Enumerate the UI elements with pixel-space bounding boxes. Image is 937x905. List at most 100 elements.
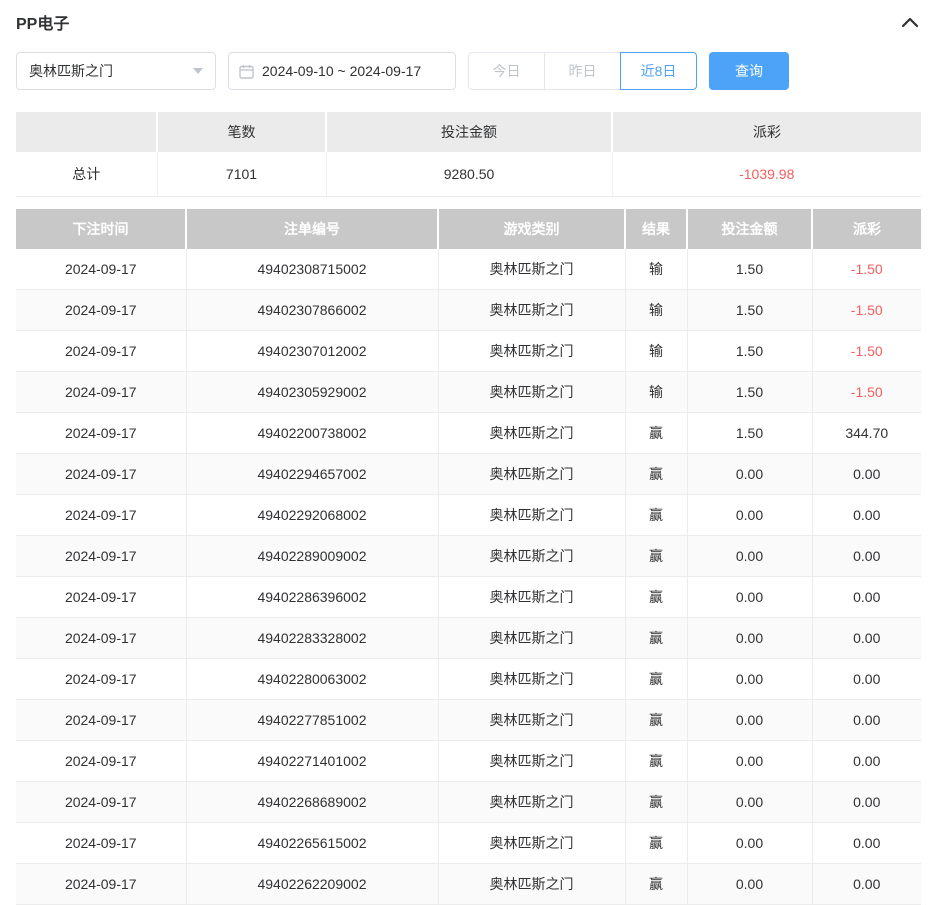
summary-header-count: 笔数 [157,112,326,152]
table-row: 2024-09-17 49402308715002 奥林匹斯之门 输 1.50 … [16,249,921,290]
last-8-days-button[interactable]: 近8日 [620,52,697,90]
cell-bet-time: 2024-09-17 [16,249,186,290]
cell-bet-amount: 0.00 [687,454,812,495]
cell-bet-amount: 0.00 [687,659,812,700]
cell-bet-time: 2024-09-17 [16,536,186,577]
cell-bet-time: 2024-09-17 [16,659,186,700]
cell-bet-time: 2024-09-17 [16,864,186,905]
cell-game-type: 奥林匹斯之门 [438,290,625,331]
records-header-row: 下注时间 注单编号 游戏类别 结果 投注金额 派彩 [16,209,921,249]
cell-game-type: 奥林匹斯之门 [438,413,625,454]
cell-payout: 0.00 [812,823,921,864]
cell-game-type: 奥林匹斯之门 [438,618,625,659]
cell-payout: -1.50 [812,372,921,413]
cell-payout: 0.00 [812,536,921,577]
pp-electronic-panel: PP电子 奥林匹斯之门 2024-09-10 ~ 2024-09-17 今日 昨… [0,0,937,905]
cell-result: 赢 [625,864,687,905]
cell-payout: -1.50 [812,331,921,372]
cell-payout: 0.00 [812,577,921,618]
cell-order-no: 49402271401002 [186,741,438,782]
cell-game-type: 奥林匹斯之门 [438,577,625,618]
cell-game-type: 奥林匹斯之门 [438,823,625,864]
cell-result: 赢 [625,454,687,495]
summary-total-row: 总计 7101 9280.50 -1039.98 [16,152,921,197]
cell-result: 赢 [625,536,687,577]
cell-payout: 0.00 [812,454,921,495]
cell-order-no: 49402307012002 [186,331,438,372]
table-row: 2024-09-17 49402307866002 奥林匹斯之门 输 1.50 … [16,290,921,331]
panel-title: PP电子 [16,10,69,34]
collapse-chevron-up-icon[interactable] [899,14,921,30]
bet-records-table: 下注时间 注单编号 游戏类别 结果 投注金额 派彩 2024-09-17 494… [16,209,921,905]
table-row: 2024-09-17 49402294657002 奥林匹斯之门 赢 0.00 … [16,454,921,495]
col-header-order-no: 注单编号 [186,209,438,249]
cell-payout: -1.50 [812,290,921,331]
cell-bet-time: 2024-09-17 [16,331,186,372]
cell-result: 赢 [625,700,687,741]
cell-order-no: 49402286396002 [186,577,438,618]
cell-game-type: 奥林匹斯之门 [438,372,625,413]
cell-bet-time: 2024-09-17 [16,495,186,536]
table-row: 2024-09-17 49402268689002 奥林匹斯之门 赢 0.00 … [16,782,921,823]
cell-payout: 0.00 [812,618,921,659]
summary-header-row: 笔数 投注金额 派彩 [16,112,921,152]
cell-result: 赢 [625,577,687,618]
game-select[interactable]: 奥林匹斯之门 [16,52,216,90]
cell-bet-amount: 0.00 [687,700,812,741]
table-row: 2024-09-17 49402280063002 奥林匹斯之门 赢 0.00 … [16,659,921,700]
quick-range-group: 今日 昨日 近8日 [468,52,697,90]
table-row: 2024-09-17 49402271401002 奥林匹斯之门 赢 0.00 … [16,741,921,782]
cell-result: 输 [625,249,687,290]
cell-bet-amount: 0.00 [687,495,812,536]
cell-order-no: 49402289009002 [186,536,438,577]
date-range-picker[interactable]: 2024-09-10 ~ 2024-09-17 [228,52,456,90]
cell-result: 赢 [625,823,687,864]
cell-order-no: 49402268689002 [186,782,438,823]
cell-game-type: 奥林匹斯之门 [438,536,625,577]
cell-order-no: 49402294657002 [186,454,438,495]
cell-bet-time: 2024-09-17 [16,823,186,864]
cell-payout: -1.50 [812,249,921,290]
cell-bet-amount: 1.50 [687,249,812,290]
cell-order-no: 49402265615002 [186,823,438,864]
summary-bet-amount-value: 9280.50 [326,152,612,197]
cell-game-type: 奥林匹斯之门 [438,454,625,495]
cell-result: 赢 [625,413,687,454]
cell-result: 输 [625,331,687,372]
table-row: 2024-09-17 49402289009002 奥林匹斯之门 赢 0.00 … [16,536,921,577]
cell-bet-time: 2024-09-17 [16,782,186,823]
cell-game-type: 奥林匹斯之门 [438,700,625,741]
cell-order-no: 49402307866002 [186,290,438,331]
cell-payout: 0.00 [812,864,921,905]
cell-bet-time: 2024-09-17 [16,290,186,331]
cell-bet-time: 2024-09-17 [16,372,186,413]
table-row: 2024-09-17 49402305929002 奥林匹斯之门 输 1.50 … [16,372,921,413]
bet-table-body: 2024-09-17 49402308715002 奥林匹斯之门 输 1.50 … [16,249,921,905]
cell-bet-time: 2024-09-17 [16,700,186,741]
yesterday-button[interactable]: 昨日 [544,52,621,90]
filter-bar: 奥林匹斯之门 2024-09-10 ~ 2024-09-17 今日 昨日 近8日… [16,52,921,90]
table-row: 2024-09-17 49402200738002 奥林匹斯之门 赢 1.50 … [16,413,921,454]
query-button[interactable]: 查询 [709,52,789,90]
cell-payout: 0.00 [812,741,921,782]
cell-game-type: 奥林匹斯之门 [438,864,625,905]
caret-down-icon [193,68,203,74]
cell-bet-amount: 1.50 [687,413,812,454]
cell-game-type: 奥林匹斯之门 [438,659,625,700]
cell-result: 赢 [625,618,687,659]
today-button[interactable]: 今日 [468,52,545,90]
cell-result: 输 [625,372,687,413]
col-header-payout: 派彩 [812,209,921,249]
cell-game-type: 奥林匹斯之门 [438,249,625,290]
cell-bet-amount: 1.50 [687,290,812,331]
cell-order-no: 49402200738002 [186,413,438,454]
cell-bet-time: 2024-09-17 [16,454,186,495]
cell-order-no: 49402262209002 [186,864,438,905]
cell-game-type: 奥林匹斯之门 [438,331,625,372]
cell-bet-time: 2024-09-17 [16,618,186,659]
summary-header-payout: 派彩 [612,112,921,152]
table-row: 2024-09-17 49402277851002 奥林匹斯之门 赢 0.00 … [16,700,921,741]
cell-bet-time: 2024-09-17 [16,413,186,454]
cell-result: 赢 [625,782,687,823]
cell-game-type: 奥林匹斯之门 [438,741,625,782]
